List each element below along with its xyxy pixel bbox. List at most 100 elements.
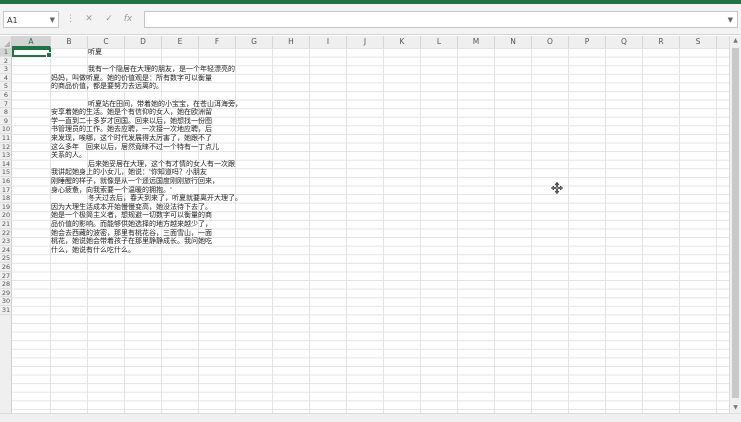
formula-expand-icon[interactable]: ▼ [728,12,733,29]
column-header-n[interactable]: N [495,36,532,48]
formula-bar-area: A1 ▼ ⋮ ✕ ✓ fx ▼ [0,4,741,35]
row-header-25[interactable]: 25 [0,254,12,263]
row-header-8[interactable]: 8 [0,108,12,117]
row-header-6[interactable]: 6 [0,91,12,100]
scroll-thumb[interactable] [732,48,739,398]
cell-text-row-23: 桃花，她说她会带着孩子在那里静静成长。我问她吃 [51,237,212,246]
column-gridline [309,48,310,413]
column-header-j[interactable]: J [347,36,384,48]
column-header-m[interactable]: M [458,36,495,48]
function-icon[interactable]: fx [121,13,135,26]
column-header-l[interactable]: L [421,36,458,48]
cell-text-row-21: 品价值的影响。而能够供她选择的地方越来越少了， [51,220,212,228]
row-header-11[interactable]: 11 [0,134,12,143]
column-header-g[interactable]: G [236,36,273,48]
column-gridline [642,48,643,413]
row-header-23[interactable]: 23 [0,237,12,246]
column-gridline [272,48,273,413]
column-gridline [531,48,532,413]
column-gridline [568,48,569,413]
row-header-27[interactable]: 27 [0,272,12,281]
column-header-b[interactable]: B [51,36,88,48]
row-header-17[interactable]: 17 [0,186,12,195]
vertical-scrollbar[interactable]: ▲ ▼ [729,36,741,413]
cell-text-row-13: 关系的人。 [51,151,86,160]
cell-text-row-7: 听夏站在田间，带着她的小宝宝，在苍山洱海旁， [88,99,242,108]
row-header-18[interactable]: 18 [0,194,12,203]
column-header-a[interactable]: A [12,36,51,48]
row-header-4[interactable]: 4 [0,74,12,83]
scroll-up-icon[interactable]: ▲ [730,36,741,46]
column-gridline [679,48,680,413]
row-header-2[interactable]: 2 [0,57,12,66]
row-header-bar: 1 2 3 4 5 6 7 8 9 10 11 12 13 14 15 16 17 18 19 20 21 22 23 24 2… [0,48,12,413]
row-header-20[interactable]: 20 [0,211,12,220]
column-header-q[interactable]: Q [606,36,643,48]
cell-text-row-16: 刚睡醒的样子，就像是从一个遥远国度刚刚旅行回来， [51,177,219,185]
cell-text-row-11: 来发现，唉哪，这个时代发展得太厉害了，她跟不了 [51,134,212,142]
column-header-r[interactable]: R [643,36,680,48]
cell-text-row-17: 身心疲惫，向我索要一个温暖的拥抱。' [51,185,172,194]
row-header-28[interactable]: 28 [0,280,12,289]
select-all-button[interactable] [0,36,12,48]
row-header-15[interactable]: 15 [0,168,12,177]
cell-text-row-5: 的商品价值，都是要努力去远离的。 [51,82,163,91]
row-header-3[interactable]: 3 [0,65,12,74]
cell-text-row-22: 她会去西藏的波密，那里有桃花谷，三面雪山，一面 [51,228,212,237]
row-header-14[interactable]: 14 [0,160,12,169]
cell-text-row-1: 听夏 [88,48,102,56]
active-cell-selection[interactable] [12,48,52,58]
cell-text-row-8: 安享着她的生活。她是个有信仰的女人，她在欧洲留 [51,108,212,117]
row-header-31[interactable]: 31 [0,306,12,315]
cell-text-row-18: 冬天过去后，春天到来了，听夏就要离开大理了。 [88,194,242,203]
row-header-9[interactable]: 9 [0,117,12,126]
scroll-down-icon[interactable]: ▼ [730,403,741,413]
cell-text-row-12: 这么多年 回来以后，居然竟睐不过一个特有一丁点儿 [51,142,219,151]
cancel-icon[interactable]: ✕ [82,13,96,26]
formula-input[interactable]: ▼ [144,11,738,28]
cell-text-row-10: 书管理员的工作。她去应聘，一次接一次地应聘，后 [51,125,212,134]
column-header-s[interactable]: S [680,36,717,48]
row-header-19[interactable]: 19 [0,203,12,212]
column-header-f[interactable]: F [199,36,236,48]
row-header-10[interactable]: 10 [0,125,12,134]
column-header-p[interactable]: P [569,36,606,48]
column-gridline [605,48,606,413]
column-header-e[interactable]: E [162,36,199,48]
column-gridline [383,48,384,413]
check-icon[interactable]: ✓ [102,13,116,26]
chevron-down-icon[interactable]: ▼ [50,12,55,29]
row-header-12[interactable]: 12 [0,143,12,152]
column-gridline [716,48,717,413]
row-header-16[interactable]: 16 [0,177,12,186]
row-header-24[interactable]: 24 [0,246,12,255]
name-box[interactable]: A1 ▼ [3,11,59,28]
cell-text-row-3: 我有一个隐居在大理的朋友，是一个年轻漂亮的 [88,65,235,74]
column-header-h[interactable]: H [273,36,310,48]
cell-text-row-24: 什么，她说有什么吃什么。 [51,245,135,254]
column-gridline [457,48,458,413]
column-header-k[interactable]: K [384,36,421,48]
column-gridline [346,48,347,413]
formula-bar-grip-icon: ⋮ [66,14,75,24]
cell-text-row-20: 她是一个极简主义者，想规避一切数字可以衡量的商 [51,211,212,220]
row-header-1[interactable]: 1 [0,48,12,57]
cursor-move-icon [551,182,563,194]
row-header-22[interactable]: 22 [0,229,12,238]
cell-text-row-15: 我讲起她身上的小女儿，她说：'你知道吗？小朋友 [51,168,207,177]
column-gridline [494,48,495,413]
row-header-29[interactable]: 29 [0,289,12,298]
cell-grid[interactable]: 听夏 我有一个隐居在大理的朋友，是一个年轻漂亮的 妈妈，叫做听夏。她的价值观是：所有… [12,48,729,413]
row-header-26[interactable]: 26 [0,263,12,272]
column-header-o[interactable]: O [532,36,569,48]
column-header-d[interactable]: D [125,36,162,48]
row-header-30[interactable]: 30 [0,297,12,306]
row-header-21[interactable]: 21 [0,220,12,229]
row-header-7[interactable]: 7 [0,100,12,109]
column-gridline [420,48,421,413]
row-header-13[interactable]: 13 [0,151,12,160]
column-header-i[interactable]: I [310,36,347,48]
column-header-c[interactable]: C [88,36,125,48]
name-box-value: A1 [7,16,18,25]
row-header-5[interactable]: 5 [0,82,12,91]
